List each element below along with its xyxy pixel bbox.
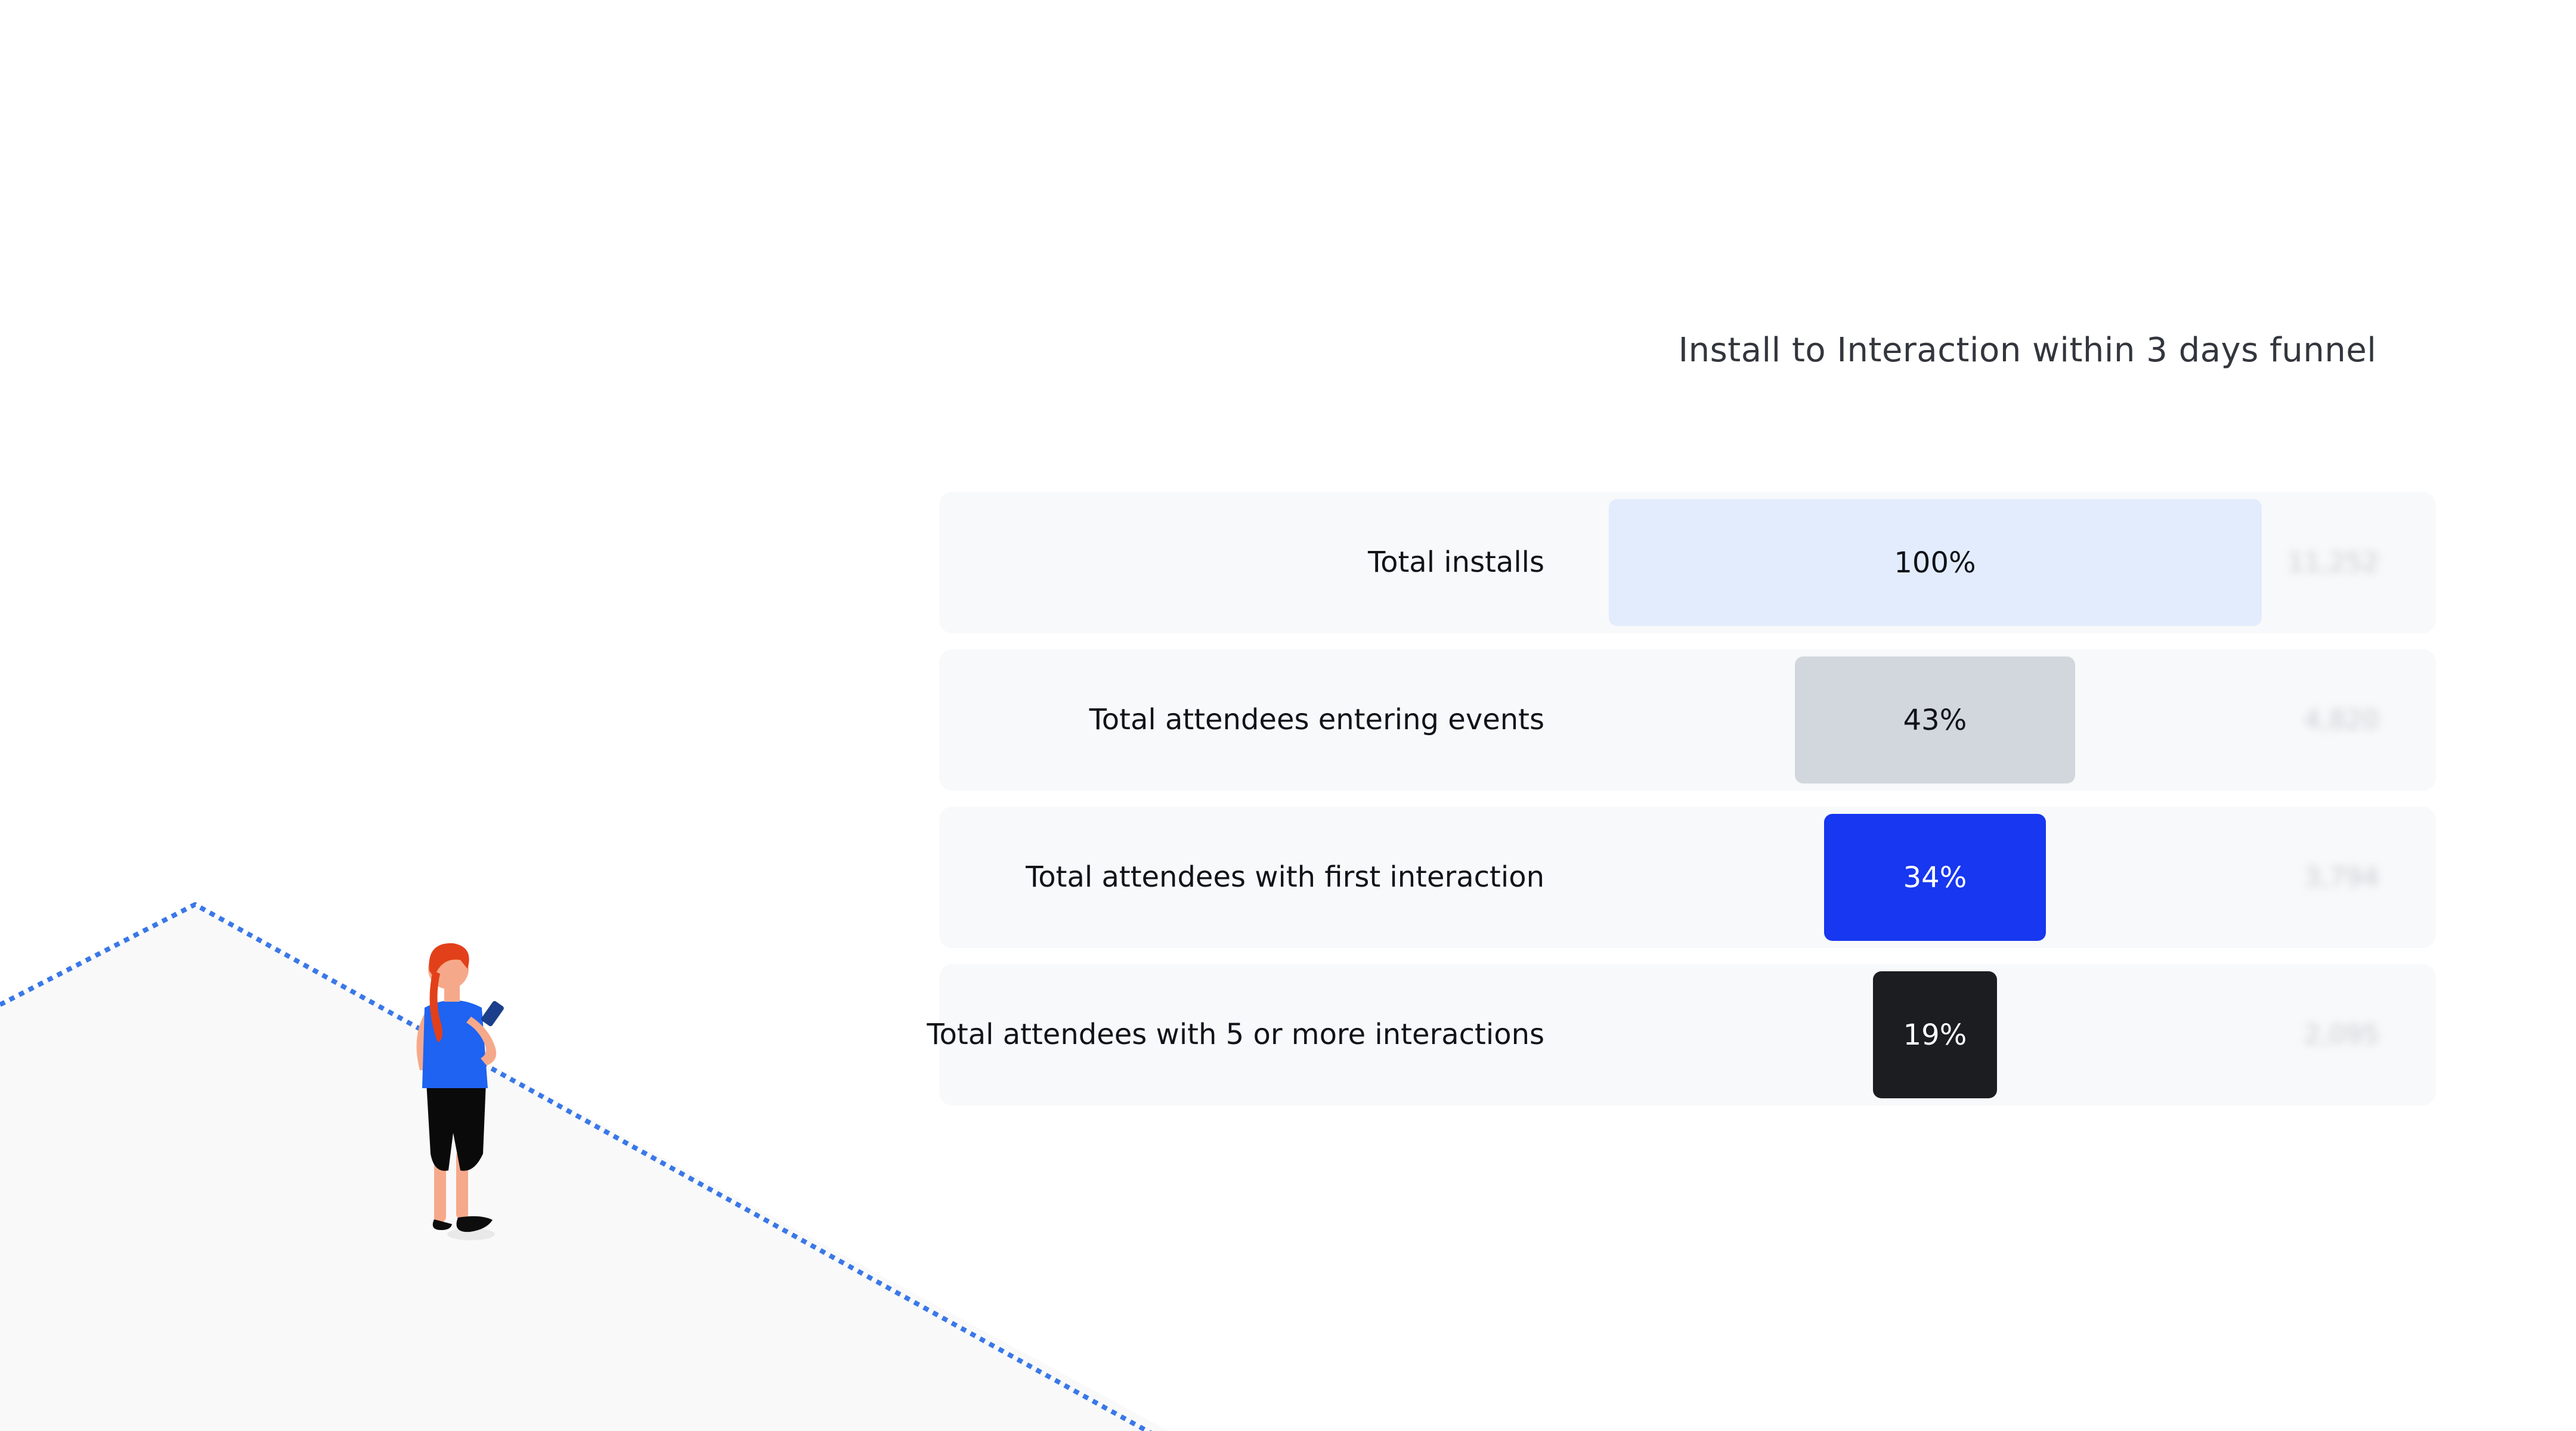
stage-bar: 43% [1794, 656, 2076, 783]
stage-bar: 19% [1872, 971, 1998, 1098]
stage-count: 3,794 [2304, 862, 2379, 893]
stage-count: 2,095 [2304, 1020, 2379, 1050]
stage-bar: 34% [1823, 814, 2046, 941]
stage-label: Total installs [1367, 546, 1544, 579]
funnel-row: Total attendees with first interaction 3… [939, 807, 2436, 948]
stage-label: Total attendees with first interaction [1026, 860, 1544, 894]
funnel-row: Total installs 100% 11,252 [939, 492, 2436, 633]
stage-bar: 100% [1608, 499, 2262, 626]
chart-title: Install to Interaction within 3 days fun… [1678, 331, 2377, 370]
stage-percent: 100% [1894, 546, 1976, 580]
funnel-chart: Total installs 100% 11,252 Total attende… [927, 492, 2436, 1122]
stage-percent: 19% [1903, 1018, 1967, 1052]
stage-percent: 43% [1903, 703, 1967, 737]
stage-count: 11,252 [2287, 547, 2379, 578]
funnel-row: Total attendees entering events 43% 4,82… [939, 649, 2436, 791]
stage-count: 4,820 [2304, 705, 2379, 735]
stage-label: Total attendees with 5 or more interacti… [927, 1018, 1544, 1051]
funnel-row: Total attendees with 5 or more interacti… [927, 964, 2436, 1105]
stage-label: Total attendees entering events [1089, 703, 1544, 736]
stage-percent: 34% [1903, 860, 1967, 894]
